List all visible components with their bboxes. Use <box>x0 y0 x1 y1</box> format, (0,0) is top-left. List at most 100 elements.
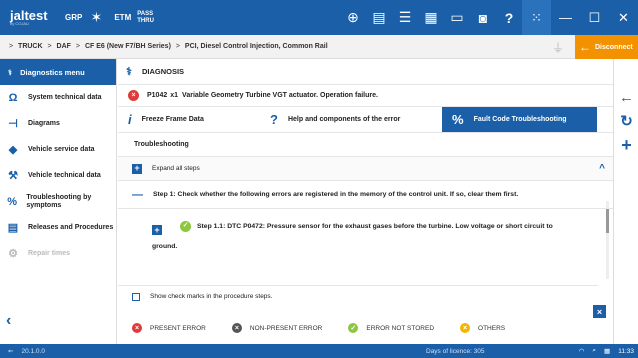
plug-icon: ⏚ <box>551 41 564 55</box>
chevron-up-icon[interactable]: ^ <box>599 163 605 174</box>
present-error-icon: × <box>128 90 139 101</box>
add-icon[interactable]: + <box>614 133 638 157</box>
arrow-left-icon: ← <box>579 40 591 54</box>
collapse-icon[interactable]: — <box>132 189 143 201</box>
diagnosis-icon: ⚕ <box>126 66 132 78</box>
sidebar-item-label: Vehicle service data <box>28 146 95 153</box>
error-legend: × PRESENT ERROR × NON-PRESENT ERROR ✓ ER… <box>118 317 598 339</box>
thru-label: THRU <box>137 17 154 24</box>
sidebar-item-label: Troubleshooting by symptoms <box>26 194 92 209</box>
sidebar-item-diagrams[interactable]: ⊣ Diagrams <box>0 111 116 137</box>
tab-freeze-frame-data[interactable]: i Freeze Frame Data <box>118 107 260 132</box>
list-icon[interactable]: ☰ <box>392 0 418 35</box>
calculator-icon[interactable]: ▦ <box>418 0 444 35</box>
back-arrow-icon[interactable]: ← <box>614 85 638 109</box>
page-title: ⚕ DIAGNOSIS <box>118 59 613 85</box>
grp-button[interactable]: GRP <box>65 13 82 22</box>
calendar-icon: ▦ <box>604 348 611 355</box>
maximize-icon[interactable]: ☐ <box>580 0 609 35</box>
question-icon: ? <box>270 112 278 127</box>
expand-all-steps[interactable]: + Expand all steps ^ <box>118 157 613 181</box>
sidebar-item-repair-times: ⚙ Repair times <box>0 241 116 267</box>
info-icon: i <box>128 112 132 127</box>
sidebar-item-label: System technical data <box>28 94 102 101</box>
troubleshoot-icon: % <box>452 112 464 127</box>
step-1-1[interactable]: + ✓ Step 1.1: DTC P0472: Pressure sensor … <box>118 209 613 264</box>
plus-icon[interactable]: + <box>132 163 142 174</box>
sidebar-item-label: Diagrams <box>28 120 60 127</box>
tab-label: Fault Code Troubleshooting <box>473 116 567 123</box>
sidebar-item-vehicle-technical-data[interactable]: ⚒ Vehicle technical data <box>0 163 116 189</box>
present-error-icon: × <box>132 323 142 333</box>
step-1[interactable]: — Step 1: Check whether the following er… <box>118 181 613 209</box>
sidebar-header[interactable]: ⚕ Diagnostics menu <box>0 59 116 85</box>
refresh-icon[interactable]: ↻ <box>614 109 638 133</box>
error-not-stored-icon: ✓ <box>348 323 359 333</box>
omega-icon: Ω <box>8 92 18 104</box>
plus-icon[interactable]: + <box>152 225 162 235</box>
help-icon[interactable]: ? <box>496 0 522 35</box>
clock-label: 11:33 <box>618 347 634 355</box>
error-count: x1 <box>170 92 179 99</box>
breadcrumb-system[interactable]: PCI, Diesel Control Injection, Common Ra… <box>185 43 328 50</box>
tab-label: Freeze Frame Data <box>141 116 204 123</box>
breadcrumb-model[interactable]: CF E6 (New F7/BH Series) <box>85 43 171 50</box>
document-icon: ▤ <box>7 222 19 234</box>
show-check-marks[interactable]: Show check marks in the procedure steps. <box>118 285 598 307</box>
apps-grid-icon[interactable]: ⁙ <box>522 0 551 35</box>
troubleshoot-icon: % <box>7 196 18 208</box>
sidebar-item-vehicle-service-data[interactable]: ◆ Vehicle service data <box>0 137 116 163</box>
sidebar: ⚕ Diagnostics menu Ω System technical da… <box>0 59 117 344</box>
breadcrumb-make[interactable]: DAF <box>57 43 71 50</box>
disconnect-label: Disconnect <box>595 43 633 51</box>
diagram-icon: ⊣ <box>8 118 18 130</box>
error-description: Variable Geometry Turbine VGT actuator. … <box>182 92 378 99</box>
sidebar-item-label: Vehicle technical data <box>28 172 101 179</box>
legend-present-error: × PRESENT ERROR <box>132 323 206 333</box>
tab-fault-code-troubleshooting[interactable]: % Fault Code Troubleshooting <box>442 107 597 132</box>
breadcrumb-sep: > <box>75 43 80 50</box>
version-label: 20.1.0.0 <box>21 347 45 355</box>
disconnect-button[interactable]: ← Disconnect <box>575 35 638 59</box>
globe-icon[interactable]: ⊕ <box>340 0 366 35</box>
pass-label: PASS <box>137 10 154 17</box>
legend-label: NON-PRESENT ERROR <box>249 324 323 332</box>
top-toolbar: jaltest by COJALI GRP ✶ ETM PASS THRU ⊕ … <box>0 0 638 35</box>
tab-help-and-components[interactable]: ? Help and components of the error <box>260 107 442 132</box>
sidebar-header-label: Diagnostics menu <box>20 67 85 77</box>
wrench-icon: ⚒ <box>8 170 18 182</box>
others-icon: × <box>460 323 471 333</box>
expand-all-label: Expand all steps <box>152 165 200 172</box>
sidebar-item-releases-and-procedures[interactable]: ▤ Releases and Procedures <box>0 215 116 241</box>
back-chevron-icon[interactable]: ‹ <box>6 312 11 330</box>
close-icon[interactable]: ✕ <box>609 0 638 35</box>
pass-thru-button[interactable]: PASS THRU <box>137 11 154 25</box>
sidebar-item-system-technical-data[interactable]: Ω System technical data <box>0 85 116 111</box>
breadcrumb-sep: > <box>9 43 14 50</box>
sidebar-item-label: Repair times <box>28 250 71 257</box>
section-title: Troubleshooting <box>118 133 613 157</box>
minimize-icon[interactable]: — <box>551 0 580 35</box>
scrollbar-thumb[interactable] <box>606 209 609 233</box>
logo-subtext: by COJALI <box>10 21 30 26</box>
legend-others: × OTHERS <box>460 323 505 333</box>
error-code: P1042 <box>147 92 168 99</box>
connector-icon[interactable]: ✶ <box>82 9 110 26</box>
printer-icon[interactable]: ▭ <box>444 0 470 35</box>
breadcrumb-vehicle-type[interactable]: TRUCK <box>18 43 43 50</box>
licence-label: Days of licence: 305 <box>426 347 485 355</box>
non-present-error-icon: × <box>231 323 242 333</box>
sidebar-item-label: Releases and Procedures <box>28 224 114 231</box>
step-1-1-text-cont: ground. <box>152 243 178 250</box>
usb-icon: ⇜ <box>8 348 14 355</box>
jaltest-logo: jaltest by COJALI <box>0 9 62 26</box>
step-1-1-text: Step 1.1: DTC P0472: Pressure sensor for… <box>197 223 553 230</box>
steps-scrollbar[interactable] <box>606 201 609 279</box>
show-marks-checkbox[interactable] <box>132 292 140 301</box>
sidebar-item-troubleshooting-by-symptoms[interactable]: % Troubleshooting by symptoms <box>0 189 116 215</box>
report-icon[interactable]: ▤ <box>366 0 392 35</box>
check-icon: ✓ <box>180 220 191 232</box>
camera-icon[interactable]: ◙ <box>470 0 496 35</box>
etm-button[interactable]: ETM <box>114 13 131 22</box>
legend-label: OTHERS <box>478 324 506 332</box>
